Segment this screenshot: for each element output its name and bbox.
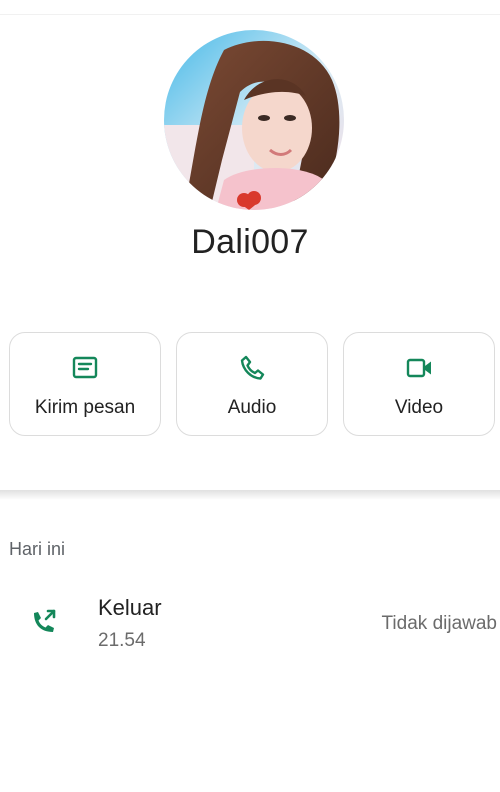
call-time: 21.54 bbox=[98, 630, 146, 651]
call-history-row[interactable]: Keluar 21.54 Tidak dijawab bbox=[0, 584, 500, 664]
contact-profile-panel: Dali007 Kirim pesan Audio Video bbox=[0, 0, 500, 492]
call-history-section-title: Hari ini bbox=[9, 539, 66, 559]
message-icon bbox=[10, 353, 160, 383]
phone-icon bbox=[177, 353, 327, 383]
contact-name: Dali007 bbox=[191, 223, 309, 261]
call-direction: Keluar bbox=[98, 595, 162, 620]
section-divider bbox=[0, 490, 500, 500]
video-call-label: Video bbox=[394, 397, 444, 418]
top-divider bbox=[0, 14, 500, 15]
audio-call-button[interactable]: Audio bbox=[176, 332, 328, 436]
avatar[interactable] bbox=[164, 30, 344, 210]
send-message-label: Kirim pesan bbox=[34, 397, 136, 418]
avatar-image bbox=[164, 30, 344, 210]
call-status: Tidak dijawab bbox=[381, 613, 497, 634]
send-message-button[interactable]: Kirim pesan bbox=[9, 332, 161, 436]
audio-call-label: Audio bbox=[227, 397, 277, 418]
outgoing-call-icon bbox=[27, 605, 61, 639]
video-call-button[interactable]: Video bbox=[343, 332, 495, 436]
video-camera-icon bbox=[344, 353, 494, 383]
